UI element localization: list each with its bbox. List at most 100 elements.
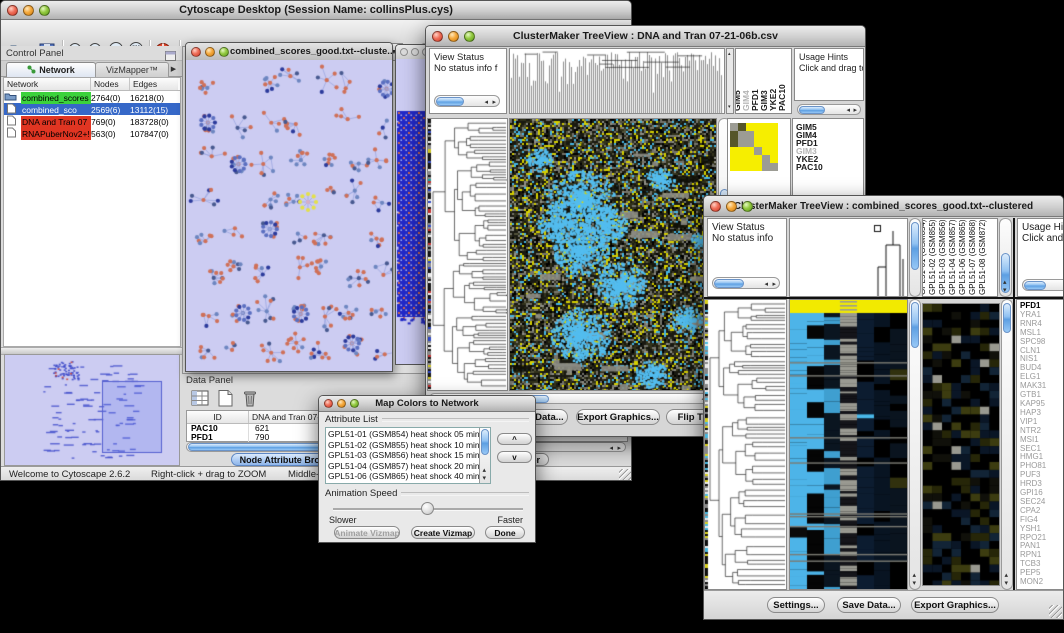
main-titlebar[interactable]: Cytoscape Desktop (Session Name: collins…: [1, 1, 631, 20]
slower-label: Slower: [329, 515, 357, 525]
tv2-column-label: GPL51-07 (GSM868): [968, 219, 977, 295]
table-icon[interactable]: [190, 389, 210, 409]
animation-speed-slider[interactable]: [333, 502, 523, 516]
network-canvas[interactable]: [186, 60, 393, 372]
attribute-list-item[interactable]: GPL51-03 (GSM856) heat shock 15 min: [326, 450, 490, 461]
tv1-status-scrollbar[interactable]: ◂ ▸: [434, 95, 500, 107]
tab-network-label: Network: [39, 65, 75, 75]
tv2-column-label: GPL51-08 (GSM872): [978, 219, 987, 295]
col-header-edges[interactable]: Edges: [130, 78, 178, 90]
network-overview[interactable]: [4, 354, 180, 466]
zoom-button[interactable]: [742, 201, 753, 212]
tv1-column-dendrogram[interactable]: [509, 48, 725, 114]
network-tree-row[interactable]: combined_sco2569(6)13112(15): [4, 103, 180, 115]
new-document-icon[interactable]: [215, 389, 235, 409]
tv2-resize-grip[interactable]: [1049, 605, 1062, 618]
minimize-button[interactable]: [23, 5, 34, 16]
tv2-zoom-heatmap[interactable]: [922, 303, 1000, 586]
tv2-row-dendrogram[interactable]: [704, 299, 787, 590]
zoom-button[interactable]: [350, 399, 359, 408]
animate-vizmap-button[interactable]: Animate Vizmap: [334, 526, 400, 539]
tv1-top-gene-label: PAC10: [778, 84, 787, 111]
tv1-view-status-line1: View Status: [430, 49, 506, 63]
main-resize-grip[interactable]: [619, 469, 632, 481]
tv1-heatmap[interactable]: [509, 118, 717, 391]
attribute-list-item[interactable]: GPL51-07 (GSM868) heat shock 60 min: [326, 482, 490, 485]
zoom-button[interactable]: [464, 31, 475, 42]
close-button[interactable]: [324, 399, 333, 408]
tv2-column-dendrogram[interactable]: [789, 218, 908, 297]
network-name: combined_scores: [21, 92, 91, 104]
zoom-button[interactable]: [219, 47, 229, 57]
dp-col-id[interactable]: ID: [187, 411, 249, 423]
attribute-list-item[interactable]: GPL51-01 (GSM854) heat shock 05 min: [326, 429, 490, 440]
tab-vizmapper[interactable]: VizMapper™: [95, 62, 169, 77]
tv1-usage-hints-line1: Usage Hints: [795, 49, 863, 63]
tv1-usage-hints-panel: Usage Hints Click and drag to: [794, 48, 864, 101]
tv1-usage-hints-line2: Click and drag to: [795, 63, 863, 74]
tv2-hints-scrollbar[interactable]: [1022, 279, 1064, 291]
tv2-heatmap[interactable]: [789, 299, 908, 590]
col-header-nodes[interactable]: Nodes: [91, 78, 130, 90]
slider-thumb[interactable]: [421, 502, 434, 515]
tv2-dendro-vscrollbar[interactable]: [909, 218, 921, 297]
tv1-row-dendrogram[interactable]: [427, 118, 508, 391]
tv1-hints-scrollbar[interactable]: ◂ ▸: [797, 104, 861, 115]
minimize-button[interactable]: [337, 399, 346, 408]
network-canvas-2[interactable]: [396, 59, 428, 365]
done-button[interactable]: Done: [485, 526, 525, 539]
tv1-button-export-graphics[interactable]: Export Graphics...: [576, 409, 660, 425]
tv2-genes-vscrollbar[interactable]: ▴ ▾: [1001, 299, 1013, 590]
tv2-button-settings[interactable]: Settings...: [767, 597, 825, 613]
tv2-gene-label: MON2: [1020, 578, 1064, 587]
col-header-network[interactable]: Network: [4, 78, 91, 90]
treeview2-titlebar[interactable]: ClusterMaker TreeView : combined_scores_…: [704, 196, 1063, 217]
move-up-button[interactable]: ^: [497, 433, 532, 445]
network-tree-row[interactable]: combined_scores2764(0)16218(0): [4, 91, 180, 103]
network-view-title: combined_scores_good.txt--cluste...: [230, 46, 392, 57]
minimize-button[interactable]: [726, 201, 737, 212]
close-button[interactable]: [710, 201, 721, 212]
network-view-window-2: [395, 44, 428, 365]
attribute-list-item[interactable]: GPL51-02 (GSM855) heat shock 10 min: [326, 440, 490, 451]
tv2-status-scrollbar[interactable]: ◂ ▸: [712, 277, 780, 289]
tab-overflow-arrow[interactable]: ▶: [168, 62, 179, 76]
matrix-cell: [730, 131, 738, 139]
trash-icon[interactable]: [240, 389, 260, 409]
attribute-list-item[interactable]: GPL51-06 (GSM865) heat shock 40 min: [326, 471, 490, 482]
tv2-button-export-graphics[interactable]: Export Graphics...: [911, 597, 999, 613]
zoom-button[interactable]: [39, 5, 50, 16]
matrix-cell: [746, 163, 754, 171]
dialog-titlebar[interactable]: Map Colors to Network: [319, 396, 535, 412]
tv2-column-label: GPL51-02 (GSM855): [928, 219, 937, 295]
matrix-cell: [738, 123, 746, 131]
attribute-listbox[interactable]: GPL51-01 (GSM854) heat shock 05 minGPL51…: [325, 427, 491, 484]
treeview1-titlebar[interactable]: ClusterMaker TreeView : DNA and Tran 07-…: [426, 26, 865, 47]
tv2-heatmap-vscrollbar[interactable]: ▴ ▾: [909, 299, 921, 590]
status-welcome: Welcome to Cytoscape 2.6.2: [9, 469, 130, 480]
tv1-button-label: Export Graphics...: [577, 412, 659, 423]
close-button[interactable]: [400, 48, 408, 56]
tv2-button-save-data[interactable]: Save Data...: [837, 597, 901, 613]
create-vizmap-button[interactable]: Create Vizmap: [411, 526, 475, 539]
animate-vizmap-label: Animate Vizmap: [334, 528, 400, 538]
similarity-matrix[interactable]: [730, 123, 778, 171]
matrix-cell: [762, 139, 770, 147]
matrix-cell: [746, 139, 754, 147]
network-nodes-count: 769(0): [91, 116, 130, 128]
tv2-usage-hints-line1: Usage Hints: [1018, 219, 1064, 233]
network-tree-row[interactable]: RNAPuberNov2+!563(0)107847(0): [4, 127, 180, 139]
network-tree-row[interactable]: DNA and Tran 07769(0)183728(0): [4, 115, 180, 127]
attribute-list-item[interactable]: GPL51-04 (GSM857) heat shock 20 min: [326, 461, 490, 472]
move-down-button[interactable]: v: [497, 451, 532, 463]
close-button[interactable]: [7, 5, 18, 16]
minimize-button[interactable]: [448, 31, 459, 42]
status-pan-hint: Middle-: [288, 469, 319, 480]
close-button[interactable]: [432, 31, 443, 42]
tv2-labels-vscrollbar[interactable]: ▴ ▾: [999, 218, 1012, 297]
close-button[interactable]: [191, 47, 201, 57]
minimize-button[interactable]: [205, 47, 215, 57]
minimize-button[interactable]: [411, 48, 419, 56]
tab-network[interactable]: Network: [6, 62, 96, 77]
tv1-dendro-vscroll[interactable]: ▴ ▾: [726, 48, 734, 114]
